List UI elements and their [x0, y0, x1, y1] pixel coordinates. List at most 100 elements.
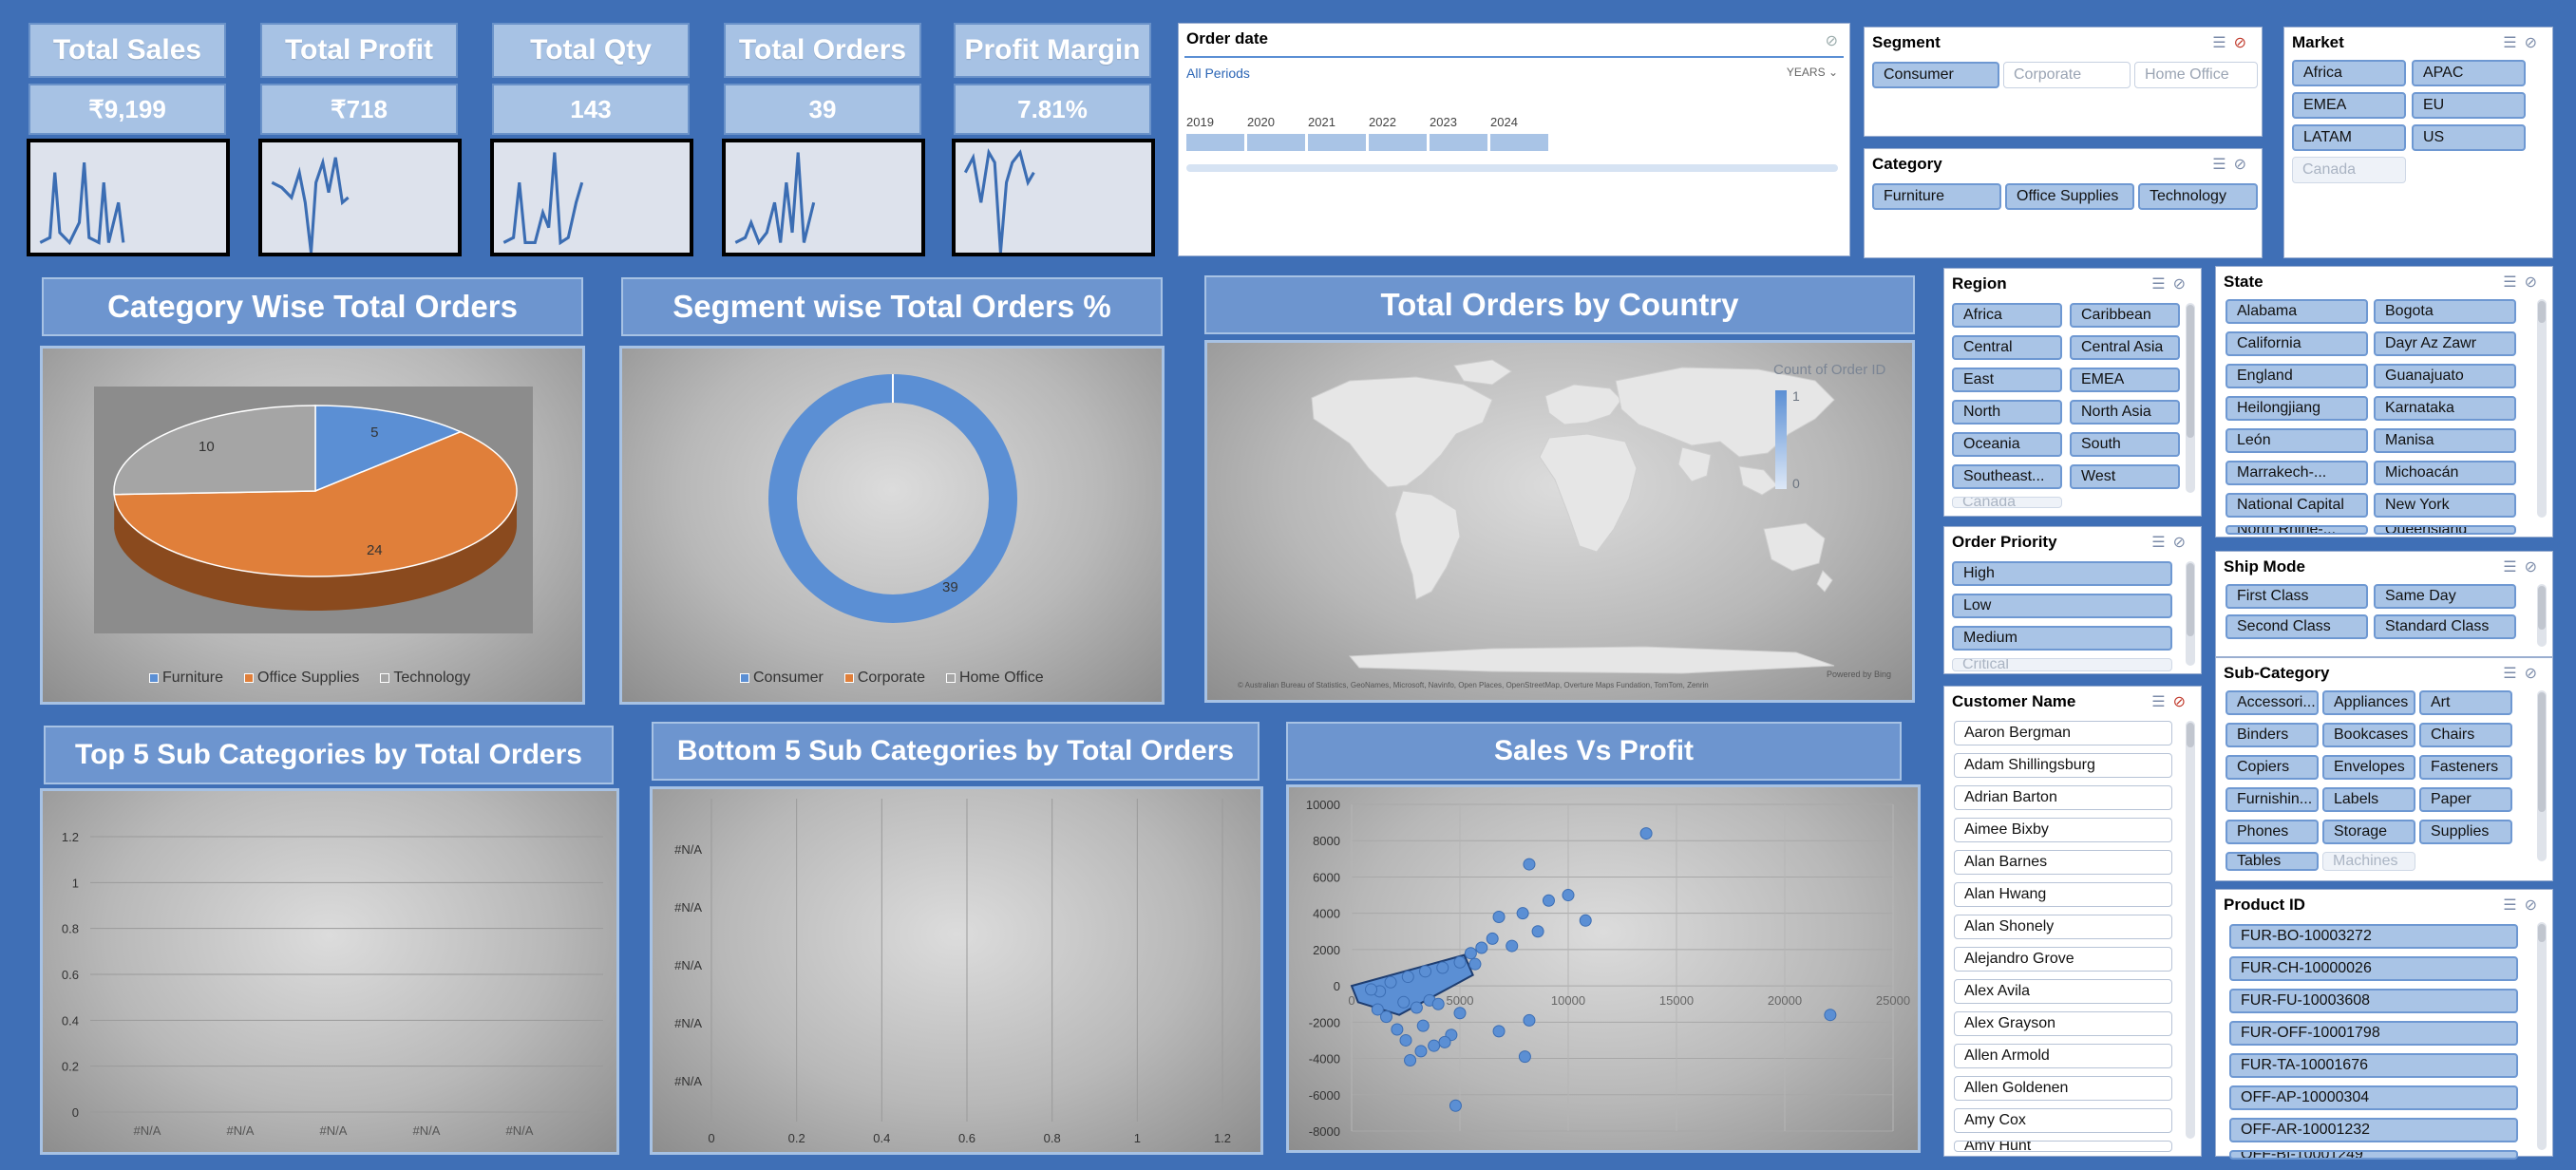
product-option[interactable]: OFF-AR-10001232	[2229, 1118, 2518, 1142]
sub-category-option[interactable]: Furnishin...	[2226, 787, 2319, 812]
sub-category-scrollbar[interactable]	[2537, 690, 2547, 861]
scatter-point[interactable]	[1531, 925, 1544, 938]
timeline-scrollbar[interactable]	[1186, 164, 1838, 172]
scatter-point[interactable]	[1371, 1003, 1384, 1016]
state-option[interactable]: Alabama	[2226, 299, 2368, 324]
scatter-point[interactable]	[1438, 1035, 1451, 1048]
category-option[interactable]: Furniture	[1872, 183, 2001, 210]
customer-option[interactable]: Alan Barnes	[1954, 850, 2172, 875]
sub-category-option[interactable]: Paper	[2419, 787, 2512, 812]
sales-vs-profit-scatter[interactable]: 10000 8000 6000 4000 2000 0 -2000 -4000 -6000 -80…	[1286, 784, 1921, 1153]
state-option[interactable]: Marrakech-...	[2226, 461, 2368, 485]
scatter-point[interactable]	[1464, 947, 1477, 960]
sub-category-option[interactable]: Fasteners	[2419, 755, 2512, 780]
customer-option[interactable]: Amy Cox	[1954, 1108, 2172, 1133]
customer-option[interactable]: Alex Avila	[1954, 979, 2172, 1004]
scatter-point[interactable]	[1391, 1023, 1404, 1036]
timeline-year-bar[interactable]	[1308, 134, 1367, 151]
sub-category-option[interactable]: Envelopes	[2322, 755, 2415, 780]
scatter-point[interactable]	[1397, 995, 1411, 1009]
order-priority-option[interactable]: Critical	[1952, 658, 2172, 671]
scatter-point[interactable]	[1399, 1033, 1412, 1047]
sub-category-option[interactable]: Copiers	[2226, 755, 2319, 780]
top5-line-chart[interactable]: 0 0.2 0.4 0.6 0.8 1 1.2 #N/A #N/A #N/A #N/A #N/A	[40, 788, 619, 1155]
customer-option[interactable]: Allen Goldenen	[1954, 1076, 2172, 1101]
timeline-unit-dropdown[interactable]: YEARS ⌄	[1787, 66, 1838, 79]
state-option[interactable]: England	[2226, 364, 2368, 388]
scatter-point[interactable]	[1516, 907, 1529, 920]
order-priority-option[interactable]: Low	[1952, 594, 2172, 618]
state-option[interactable]: North Rhine-...	[2226, 525, 2368, 535]
customer-option[interactable]: Adrian Barton	[1954, 785, 2172, 810]
region-option[interactable]: East	[1952, 368, 2062, 392]
clear-filter-icon[interactable]: ⊘	[1826, 31, 1838, 50]
market-option[interactable]: APAC	[2412, 60, 2526, 86]
region-option[interactable]: Africa	[1952, 303, 2062, 328]
region-option[interactable]: West	[2070, 464, 2180, 489]
customer-option[interactable]: Alan Shonely	[1954, 915, 2172, 939]
sub-category-option[interactable]: Bookcases	[2322, 723, 2415, 747]
customer-option[interactable]: Alejandro Grove	[1954, 947, 2172, 972]
ship-mode-option[interactable]: Second Class	[2226, 614, 2368, 639]
customer-option[interactable]: Adam Shillingsburg	[1954, 753, 2172, 778]
scatter-point[interactable]	[1486, 932, 1499, 945]
category-option[interactable]: Office Supplies	[2005, 183, 2134, 210]
multi-select-icon[interactable]: ☰⊘	[2151, 692, 2193, 711]
region-option[interactable]: Oceania	[1952, 432, 2062, 457]
region-option[interactable]: South	[2070, 432, 2180, 457]
region-option[interactable]: North	[1952, 400, 2062, 425]
product-option[interactable]: FUR-FU-10003608	[2229, 989, 2518, 1013]
sub-category-option[interactable]: Supplies	[2419, 820, 2512, 844]
segment-option[interactable]: Home Office	[2134, 62, 2258, 88]
sub-category-option[interactable]: Appliances	[2322, 690, 2415, 715]
product-option[interactable]: FUR-CH-10000026	[2229, 956, 2518, 981]
bottom5-bar-chart[interactable]: 0 0.2 0.4 0.6 0.8 1 1.2 #N/A #N/A #N/A #N/A #N/A	[650, 786, 1263, 1155]
segment-donut-chart[interactable]: 39 Consumer Corporate Home Office	[619, 346, 1165, 705]
sub-category-option[interactable]: Machines	[2322, 852, 2415, 871]
market-option[interactable]: LATAM	[2292, 124, 2406, 151]
state-option[interactable]: Karnataka	[2374, 396, 2516, 421]
region-option[interactable]: Central Asia	[2070, 335, 2180, 360]
ship-mode-option[interactable]: Same Day	[2374, 584, 2516, 609]
multi-select-icon[interactable]: ☰⊘	[2503, 664, 2545, 683]
category-option[interactable]: Technology	[2138, 183, 2258, 210]
scatter-point[interactable]	[1384, 975, 1397, 989]
customer-option[interactable]: Alan Hwang	[1954, 882, 2172, 907]
scatter-point[interactable]	[1436, 961, 1449, 974]
scatter-point[interactable]	[1428, 1039, 1441, 1052]
donut-slice[interactable]	[768, 374, 1017, 623]
sub-category-option[interactable]: Storage	[2322, 820, 2415, 844]
ship-mode-option[interactable]: Standard Class	[2374, 614, 2516, 639]
country-map-chart[interactable]: Count of Order ID 1 0 Powered by Bing © …	[1204, 340, 1915, 703]
region-option[interactable]: Caribbean	[2070, 303, 2180, 328]
customer-option[interactable]: Allen Armold	[1954, 1044, 2172, 1068]
scatter-point[interactable]	[1824, 1009, 1837, 1022]
region-option[interactable]: Southeast...	[1952, 464, 2062, 489]
multi-select-icon[interactable]: ☰⊘	[2151, 533, 2193, 552]
scatter-point[interactable]	[1449, 1099, 1462, 1112]
state-scrollbar[interactable]	[2537, 299, 2547, 518]
timeline-year-bar[interactable]	[1490, 134, 1549, 151]
scatter-point[interactable]	[1518, 1050, 1531, 1064]
scatter-point[interactable]	[1492, 1025, 1506, 1038]
order-priority-option[interactable]: Medium	[1952, 626, 2172, 651]
customer-scrollbar[interactable]	[2186, 721, 2195, 1139]
sub-category-option[interactable]: Binders	[2226, 723, 2319, 747]
region-option[interactable]: EMEA	[2070, 368, 2180, 392]
scatter-point[interactable]	[1492, 910, 1506, 923]
multi-select-icon[interactable]: ☰⊘	[2503, 273, 2545, 292]
state-option[interactable]: Dayr Az Zawr	[2374, 331, 2516, 356]
state-option[interactable]: National Capital	[2226, 493, 2368, 518]
product-option[interactable]: OFF-BI-10001249	[2229, 1150, 2518, 1160]
customer-option[interactable]: Alex Grayson	[1954, 1011, 2172, 1036]
scatter-point[interactable]	[1562, 889, 1575, 902]
scatter-point[interactable]	[1431, 997, 1445, 1010]
pie-slice[interactable]	[113, 405, 316, 496]
product-option[interactable]: OFF-AP-10000304	[2229, 1085, 2518, 1110]
customer-option[interactable]: Aaron Bergman	[1954, 721, 2172, 745]
multi-select-icon[interactable]: ☰⊘	[2503, 33, 2545, 52]
region-option[interactable]: Canada	[1952, 497, 2062, 508]
sub-category-option[interactable]: Art	[2419, 690, 2512, 715]
region-option[interactable]: North Asia	[2070, 400, 2180, 425]
state-option[interactable]: Michoacán	[2374, 461, 2516, 485]
